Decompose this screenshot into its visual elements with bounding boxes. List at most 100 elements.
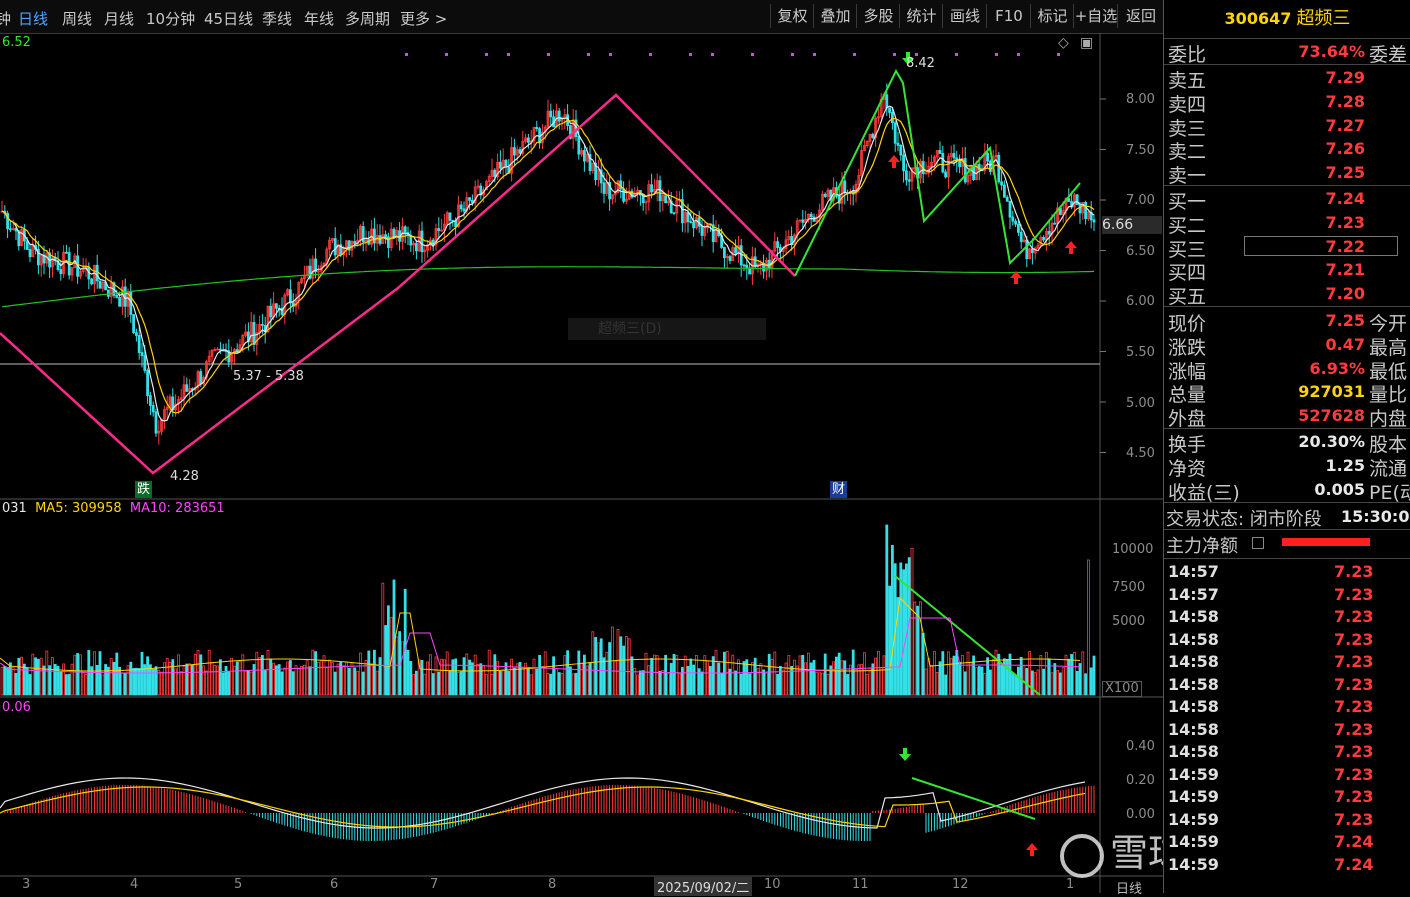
candle-body	[65, 251, 68, 254]
zigzag-pink	[0, 93, 796, 475]
signal-dot	[1057, 53, 1060, 56]
volume-bar	[599, 638, 603, 696]
volume-bar	[854, 669, 858, 696]
tick-time: 14:58	[1168, 719, 1219, 739]
volume-bar	[238, 660, 242, 696]
toolbar-button-3[interactable]: 统计	[899, 4, 943, 28]
volume-bar	[484, 674, 488, 696]
volume-bar	[963, 671, 967, 696]
volume-bar	[773, 651, 777, 696]
volume-bar	[297, 668, 301, 696]
toolbar-button-0[interactable]: 复权	[770, 4, 814, 28]
volume-bar	[546, 673, 550, 696]
candle-body	[1084, 202, 1087, 219]
stat-0-suffix: 今开	[1369, 313, 1408, 335]
toolbar-button-5[interactable]: F10	[986, 4, 1031, 28]
volume-bar	[543, 651, 547, 696]
candle-body	[1092, 219, 1096, 223]
volume-bar	[986, 657, 989, 696]
volume-bar	[877, 650, 880, 696]
low-price-label: 4.28	[170, 469, 199, 484]
candle-body	[414, 242, 418, 252]
tab-8[interactable]: 多周期	[345, 8, 390, 29]
finance-badge[interactable]: 财	[830, 481, 847, 498]
volume-bar	[804, 662, 807, 696]
volume-bar	[1014, 674, 1017, 696]
volume-bar	[683, 655, 687, 696]
volume-bar	[269, 658, 273, 696]
volume-bar	[966, 651, 970, 696]
volume-bar	[165, 658, 169, 696]
tab-3[interactable]: 月线	[104, 8, 134, 29]
tab-7[interactable]: 年线	[304, 8, 334, 29]
candle-body	[151, 405, 155, 413]
divider	[1164, 529, 1410, 530]
stat-3-label: 总量	[1168, 384, 1207, 406]
volume-bar	[1056, 670, 1059, 696]
signal-dot	[853, 53, 856, 56]
toolbar-button-7[interactable]: +自选	[1073, 4, 1118, 28]
period-label: 日线	[1116, 882, 1143, 897]
tick-time: 14:58	[1168, 742, 1219, 761]
toolbar-button-1[interactable]: 叠加	[813, 4, 857, 28]
volume-bar	[613, 660, 617, 696]
toolbar-button-6[interactable]: 标记	[1030, 4, 1074, 28]
volume-bar	[1008, 653, 1012, 696]
candle-body	[986, 152, 989, 162]
toolbar-button-2[interactable]: 多股	[856, 4, 900, 28]
tab-2[interactable]: 周线	[62, 8, 92, 29]
volume-bar	[619, 636, 623, 696]
tab-6[interactable]: 季线	[262, 8, 292, 29]
tab-4[interactable]: 10分钟	[146, 8, 195, 29]
volume-bar	[14, 672, 18, 696]
volume-bar	[639, 670, 642, 696]
volume-bar	[260, 655, 264, 696]
date-label: 10	[764, 877, 781, 892]
volume-bar	[849, 664, 852, 696]
volume-bar	[224, 665, 228, 696]
volume-bar	[101, 674, 105, 696]
drop-badge[interactable]: 跌	[135, 481, 152, 498]
volume-bar	[577, 650, 581, 696]
ask-5-label: 卖五	[1168, 70, 1207, 92]
panel-toggle-icon[interactable]: ▣	[1080, 35, 1093, 51]
volume-bar	[490, 673, 494, 696]
volume-bar	[588, 662, 592, 696]
volume-bar	[482, 664, 486, 696]
volume-bar	[409, 661, 413, 696]
candle-body	[871, 133, 875, 138]
volume-bar	[622, 645, 625, 696]
candle-body	[288, 289, 292, 304]
volume-bar	[288, 660, 292, 696]
diamond-icon[interactable]: ◇	[1058, 35, 1069, 51]
candle-body	[905, 170, 908, 181]
volume-bar	[821, 672, 824, 696]
candle-body	[384, 234, 388, 238]
main-net-icon[interactable]	[1252, 537, 1264, 549]
toolbar-button-4[interactable]: 画线	[942, 4, 987, 28]
tick-time: 14:59	[1168, 787, 1219, 806]
tab-9[interactable]: 更多 >	[400, 8, 447, 29]
tab-5[interactable]: 45日线	[204, 8, 253, 29]
candle-body	[504, 159, 508, 168]
volume-bar	[899, 562, 903, 696]
volume-bar	[958, 661, 961, 696]
tab-0[interactable]: 钟	[0, 8, 11, 29]
candle-body	[549, 110, 553, 118]
candle-body	[1075, 194, 1079, 206]
volume-bar	[129, 661, 133, 696]
candle-body	[260, 324, 264, 326]
candle-body	[1011, 216, 1015, 222]
toolbar-button-8[interactable]: 返回	[1117, 4, 1164, 28]
candle-body	[134, 332, 138, 336]
volume-bar	[801, 654, 805, 696]
divider	[1164, 558, 1410, 559]
tab-1[interactable]: 日线	[18, 8, 48, 29]
kline-chart-area[interactable]	[0, 33, 1163, 893]
volume-bar	[361, 671, 365, 696]
candle-body	[891, 112, 894, 124]
volume-bar	[462, 657, 466, 696]
volume-bar	[921, 632, 925, 696]
candle-body	[513, 147, 516, 156]
volume-bar	[770, 659, 774, 696]
